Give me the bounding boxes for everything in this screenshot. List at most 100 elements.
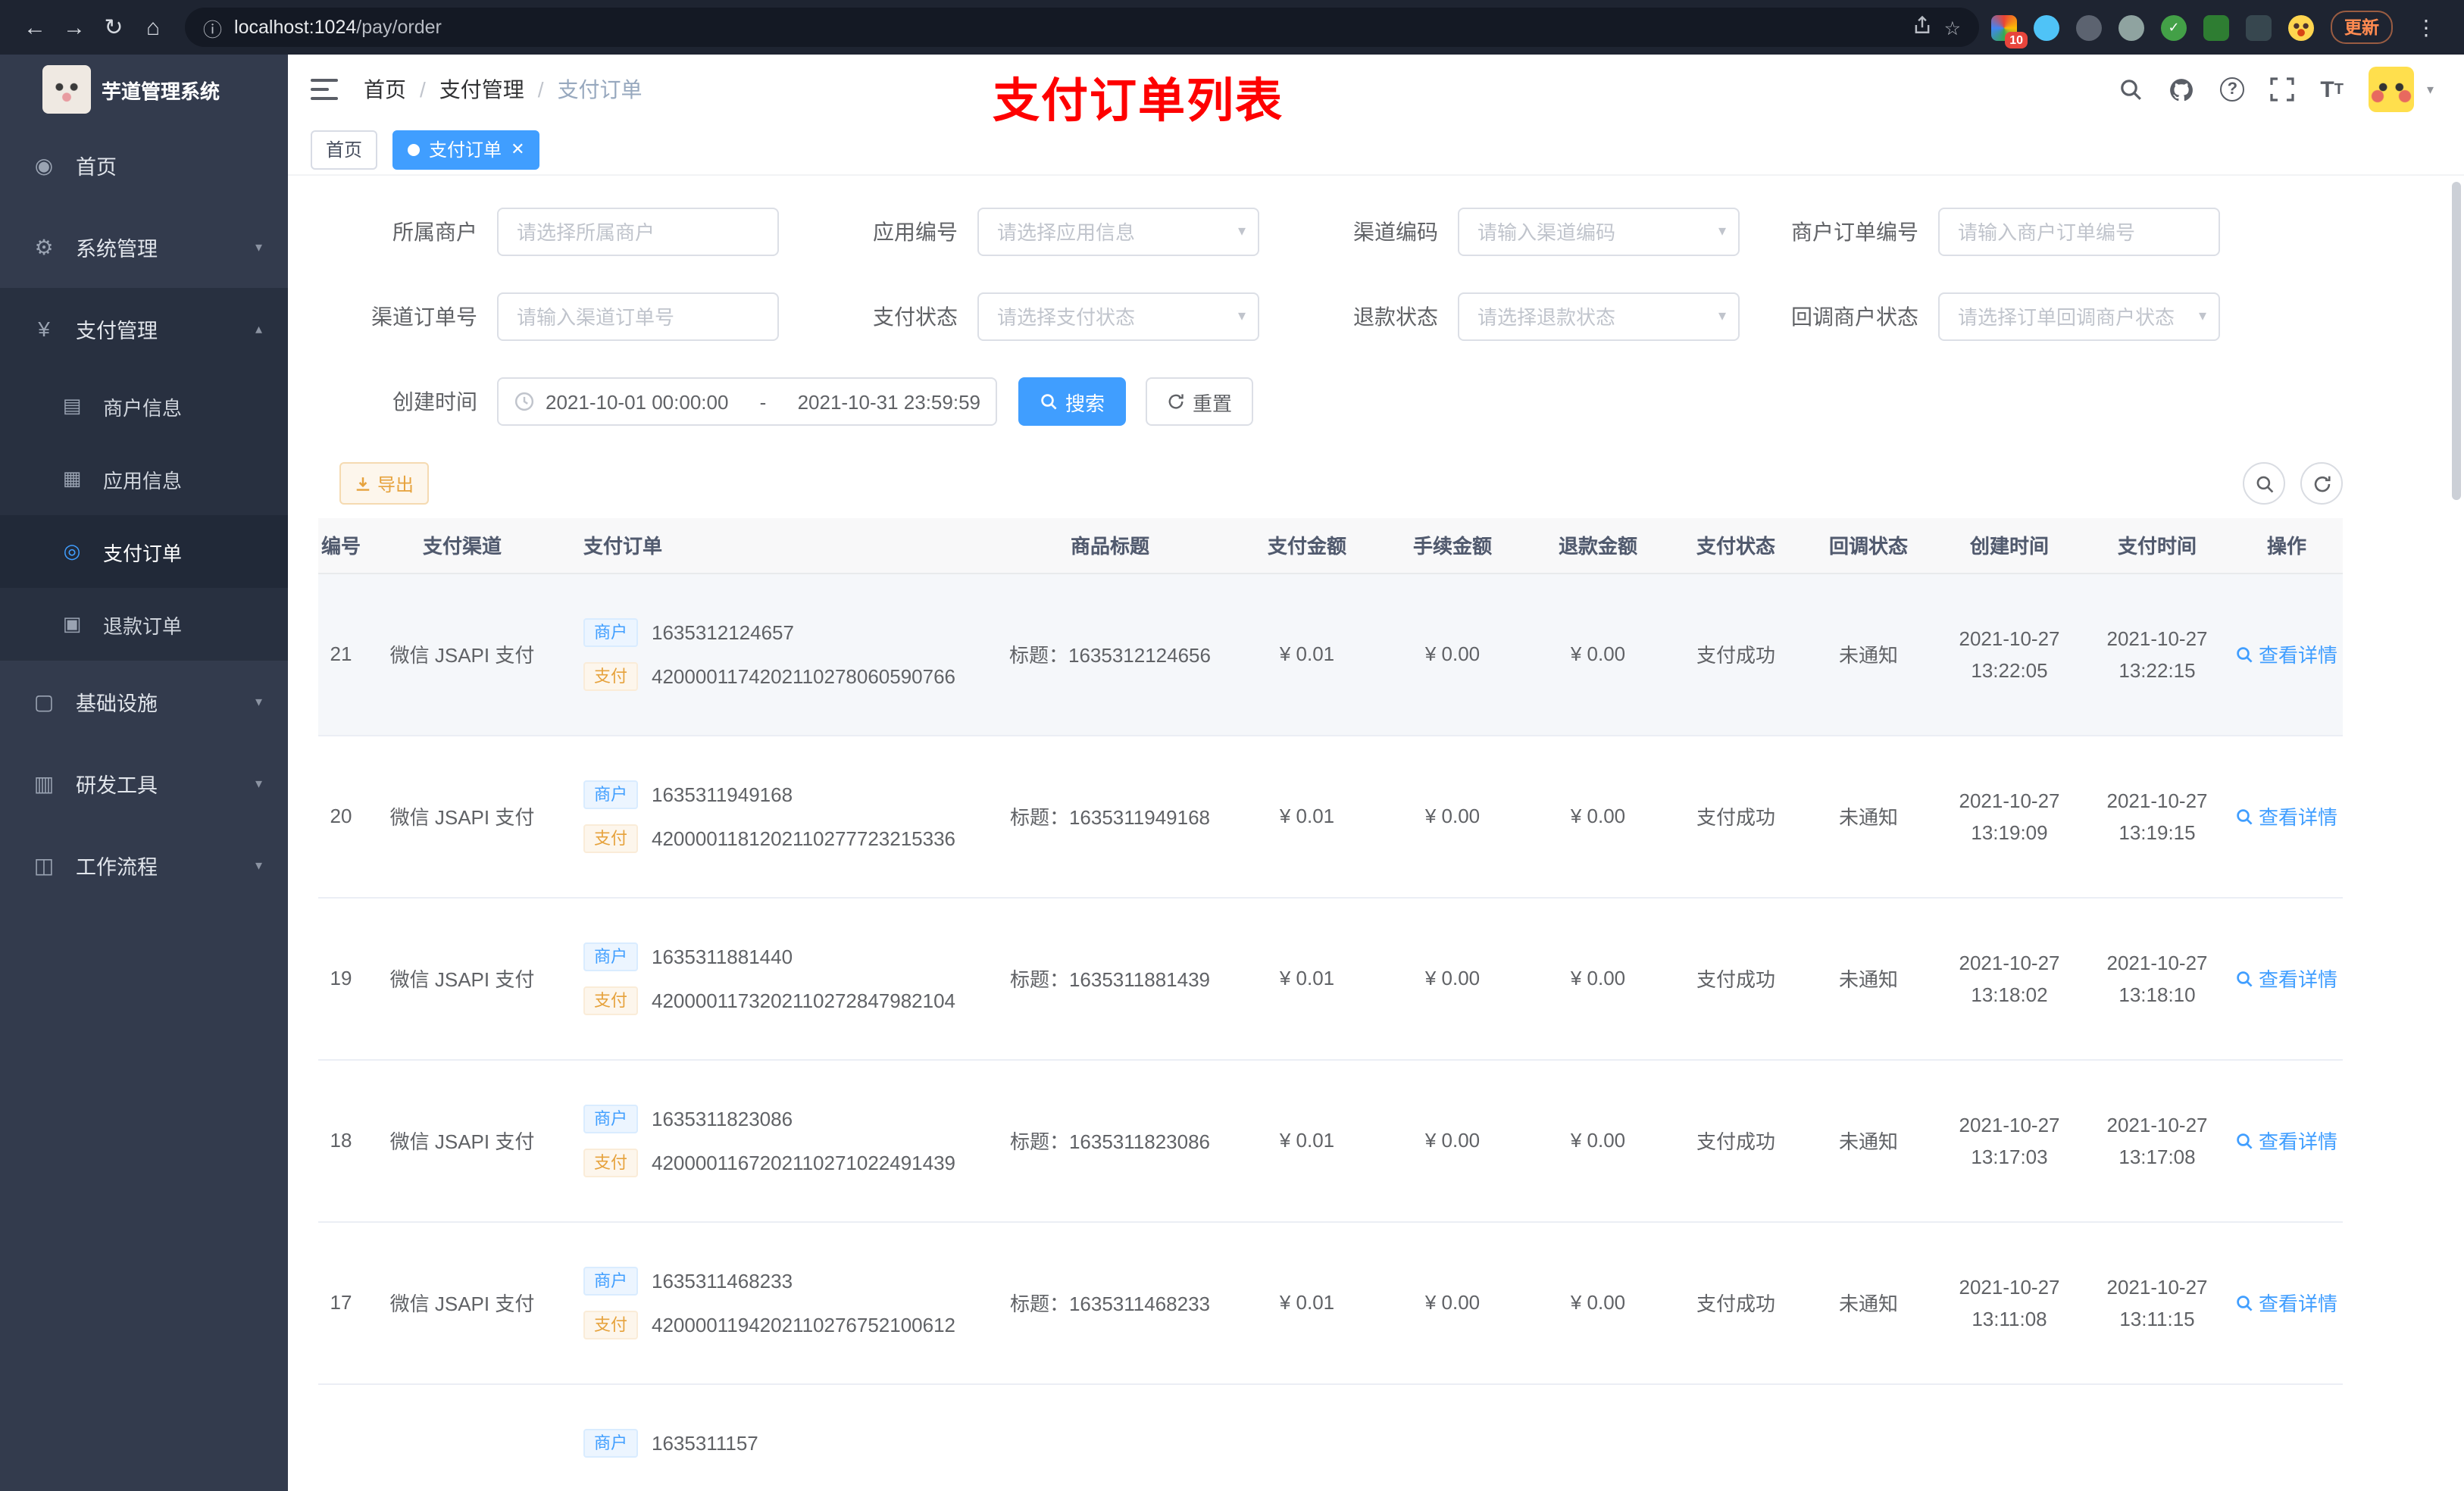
extension-dark-circle-icon[interactable]: [2076, 14, 2102, 40]
fullscreen-icon[interactable]: [2270, 77, 2294, 102]
font-size-icon[interactable]: TT: [2320, 77, 2344, 102]
extension-check-icon[interactable]: ✓: [2161, 14, 2187, 40]
channel-code-filter-select[interactable]: [1458, 208, 1740, 256]
cell-pay-order: 商户 1635311881440 支付 42000011732021102728…: [561, 897, 985, 1060]
sidebar-item-label: 应用信息: [103, 469, 183, 492]
channel-order-no-filter-input[interactable]: [497, 292, 779, 341]
sidebar-item-pay[interactable]: ¥ 支付管理 ▴: [0, 288, 288, 370]
column-pay-channel: 支付渠道: [364, 518, 561, 574]
sidebar-item-devtools[interactable]: ▥ 研发工具 ▾: [0, 742, 288, 824]
reset-button[interactable]: 重置: [1146, 377, 1254, 426]
column-pay-time: 支付时间: [2084, 518, 2231, 574]
sidebar-toggle-icon[interactable]: [311, 79, 338, 100]
title-prefix: 标题：: [1009, 1130, 1069, 1153]
sidebar-item-home[interactable]: ◉ 首页: [0, 124, 288, 206]
main-panel: 首页 / 支付管理 / 支付订单 支付订单列表 ? T T ▾ 首页 支付订单 …: [288, 55, 2464, 1491]
cell-pay-amount: ¥ 0.01: [1235, 573, 1379, 736]
export-button[interactable]: 导出: [339, 462, 430, 505]
github-icon[interactable]: [2169, 77, 2194, 102]
extension-badge: 10: [2005, 31, 2028, 48]
date-range-separator: -: [759, 390, 767, 413]
toggle-search-button[interactable]: [2243, 462, 2285, 505]
url-bar[interactable]: ⓘ localhost:1024/pay/order ☆: [185, 8, 1979, 47]
browser-back-icon[interactable]: ←: [15, 8, 55, 47]
breadcrumb-home[interactable]: 首页: [364, 74, 406, 105]
sidebar-item-app-info[interactable]: ▦ 应用信息: [0, 442, 288, 515]
channel-order-no-filter-label: 渠道订单号: [371, 305, 477, 329]
create-date: 2021-10-27: [1959, 789, 2060, 811]
sidebar-item-pay-order[interactable]: ◎ 支付订单: [0, 515, 288, 588]
tab-home[interactable]: 首页: [311, 130, 378, 169]
target-icon: ◎: [63, 539, 81, 562]
channel-pay-no: 4200001173202110272847982104: [652, 989, 956, 1011]
avatar-caret-icon[interactable]: ▾: [2427, 81, 2434, 98]
app-no-filter-select[interactable]: [977, 208, 1259, 256]
browser-reload-icon[interactable]: ↻: [94, 8, 133, 47]
bookmark-star-icon[interactable]: ☆: [1944, 16, 1961, 39]
refresh-table-button[interactable]: [2300, 462, 2343, 505]
merchant-order-no-filter-input[interactable]: [1938, 208, 2220, 256]
app-no-filter-label: 应用编号: [873, 220, 958, 244]
chevron-down-icon: ▾: [255, 239, 262, 254]
cell-notify-status: 未通知: [1802, 1221, 1935, 1384]
extension-colorful-icon[interactable]: 10: [1991, 14, 2028, 48]
view-detail-link[interactable]: 查看详情: [2236, 802, 2337, 830]
tab-label: 首页: [326, 139, 363, 161]
breadcrumb-parent[interactable]: 支付管理: [439, 74, 524, 105]
chevron-down-icon: ▾: [255, 775, 262, 790]
user-avatar[interactable]: [2369, 67, 2415, 112]
refund-status-filter-select[interactable]: [1458, 292, 1740, 341]
merchant-filter-input[interactable]: [497, 208, 779, 256]
browser-forward-icon[interactable]: →: [55, 8, 94, 47]
vertical-scrollbar[interactable]: [2452, 182, 2461, 500]
cell-pay-amount: ¥ 0.01: [1235, 897, 1379, 1060]
cell-pay-status: 支付成功: [1670, 573, 1802, 736]
cell-create-time: 2021-10-27 13:22:05: [1935, 573, 2084, 736]
sidebar-item-system[interactable]: ⚙ 系统管理 ▾: [0, 206, 288, 288]
browser-menu-icon[interactable]: ⋮: [2409, 14, 2443, 40]
product-title: 1635311468233: [1068, 1293, 1211, 1315]
browser-update-button[interactable]: 更新: [2331, 11, 2393, 44]
tab-pay-order[interactable]: 支付订单 ✕: [392, 130, 540, 169]
search-icon: [2237, 1133, 2253, 1149]
view-detail-link[interactable]: 查看详情: [2236, 1126, 2337, 1155]
search-icon[interactable]: [2118, 77, 2143, 102]
sidebar-item-label: 基础设施: [76, 692, 158, 715]
view-detail-link[interactable]: 查看详情: [2236, 639, 2337, 668]
tab-close-icon[interactable]: ✕: [511, 139, 524, 159]
view-detail-link[interactable]: 查看详情: [2236, 1288, 2337, 1317]
channel-pay-line: 支付 4200001174202110278060590766: [583, 659, 985, 692]
site-info-icon[interactable]: ⓘ: [203, 13, 222, 42]
extension-puzzle-icon[interactable]: [2246, 14, 2272, 40]
cell-title: 标题：1635311881439: [985, 897, 1235, 1060]
cell-pay-amount: [1235, 1383, 1379, 1491]
sidebar-item-infrastructure[interactable]: ▢ 基础设施 ▾: [0, 661, 288, 742]
callback-status-filter-select[interactable]: [1938, 292, 2220, 341]
column-pay-status: 支付状态: [1670, 518, 1802, 574]
pay-status-filter-select[interactable]: [977, 292, 1259, 341]
create-time-range-picker[interactable]: 2021-10-01 00:00:00 - 2021-10-31 23:59:5…: [497, 377, 997, 426]
profile-avatar-icon[interactable]: [2288, 14, 2314, 40]
extension-gray-circle-icon[interactable]: [2118, 14, 2144, 40]
callback-status-filter-label: 回调商户状态: [1791, 305, 1918, 329]
pay-status-filter: 支付状态 ▾: [783, 292, 1259, 341]
channel-code-filter: 渠道编码 ▾: [1264, 208, 1740, 256]
sidebar-item-refund-order[interactable]: ▣ 退款订单: [0, 588, 288, 661]
sidebar-item-workflow[interactable]: ◫ 工作流程 ▾: [0, 824, 288, 906]
extension-notes-icon[interactable]: [2203, 14, 2229, 40]
url-text: localhost:1024/pay/order: [234, 17, 442, 38]
view-detail-link[interactable]: 查看详情: [2236, 964, 2337, 992]
channel-pay-no: 4200001181202110277723215336: [652, 827, 956, 849]
share-icon[interactable]: [1912, 15, 1932, 39]
app-logo[interactable]: 芋道管理系统: [0, 55, 288, 124]
sidebar: 芋道管理系统 ◉ 首页 ⚙ 系统管理 ▾ ¥ 支付管理 ▴ ▤ 商户信息 ▦ 应…: [0, 55, 288, 1491]
sidebar-item-merchant-info[interactable]: ▤ 商户信息: [0, 370, 288, 442]
create-date: 2021-10-27: [1959, 1113, 2060, 1136]
extension-drop-icon[interactable]: [2034, 14, 2059, 40]
browser-home-icon[interactable]: ⌂: [133, 8, 173, 47]
browser-extensions: 10 ✓ 更新 ⋮: [1991, 11, 2449, 48]
cell-fee-amount: [1379, 1383, 1526, 1491]
search-button[interactable]: 搜索: [1018, 377, 1127, 426]
help-icon[interactable]: ?: [2220, 77, 2245, 102]
merchant-filter-label: 所属商户: [392, 220, 477, 244]
